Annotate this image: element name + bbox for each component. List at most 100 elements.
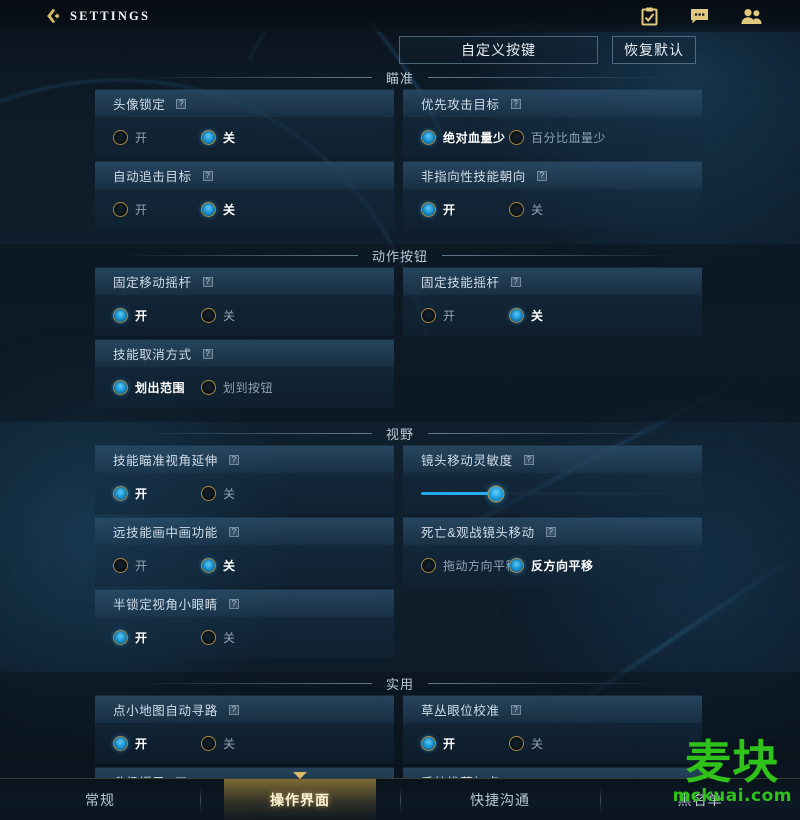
section-divider-right — [442, 255, 680, 256]
radio-option[interactable]: 开 — [421, 201, 509, 218]
radio-option[interactable]: 关 — [201, 557, 236, 574]
setting-title: 非指向性技能朝向 — [421, 170, 526, 184]
setting-options-row: 开关 — [403, 723, 702, 764]
radio-dot — [201, 380, 216, 395]
radio-option[interactable]: 绝对血量少 — [421, 129, 509, 146]
section-grid: 头像锁定? 开关自动追击目标? 开关优先攻击目标? 绝对血量少 百分比血量少 非指向性技能… — [0, 89, 800, 230]
help-icon[interactable]: ? — [202, 276, 213, 287]
radio-option[interactable]: 关 — [201, 735, 236, 752]
setting-card: 固定移动摇杆? 开关 — [95, 267, 394, 336]
radio-option[interactable]: 开 — [113, 129, 201, 146]
setting-options-row: 开关 — [95, 295, 394, 336]
settings-column: 技能瞄准视角延伸? 开关远技能画中画功能? 开关半锁定视角小眼睛? 开关 — [95, 445, 394, 658]
radio-option[interactable]: 拖动方向平移 — [421, 557, 518, 574]
radio-option[interactable]: 开 — [421, 735, 509, 752]
help-icon[interactable]: ? — [228, 704, 239, 715]
radio-option[interactable]: 关 — [201, 129, 236, 146]
radio-option[interactable]: 开 — [113, 307, 201, 324]
setting-title: 优先攻击目标 — [421, 98, 500, 112]
section-divider-right — [428, 683, 666, 684]
page-title: SETTINGS — [70, 8, 151, 23]
setting-card: 点小地图自动寻路? 开关 — [95, 695, 394, 764]
tab-2[interactable]: 快捷沟通 — [400, 779, 600, 820]
radio-dot — [509, 308, 524, 323]
restore-default-button[interactable]: 恢复默认 — [612, 36, 696, 64]
help-icon[interactable]: ? — [510, 98, 521, 109]
custom-keys-button[interactable]: 自定义按键 — [399, 36, 598, 64]
radio-option[interactable]: 关 — [509, 307, 544, 324]
radio-option[interactable]: 百分比血量少 — [509, 129, 606, 146]
help-icon[interactable]: ? — [228, 598, 239, 609]
radio-option[interactable]: 开 — [113, 485, 201, 502]
radio-option[interactable]: 反方向平移 — [509, 557, 594, 574]
section-header: 动作按钮 — [0, 244, 800, 267]
radio-option[interactable]: 开 — [113, 629, 201, 646]
radio-label: 开 — [443, 203, 456, 217]
setting-title-row: 死亡&观战镜头移动? — [403, 518, 702, 545]
action-buttons: 自定义按键 恢复默认 — [399, 36, 696, 64]
radio-dot — [509, 558, 524, 573]
settings-column: 镜头移动灵敏度? 死亡&观战镜头移动? 拖动方向平移 反方向平移 — [403, 445, 702, 658]
tab-0[interactable]: 常规 — [0, 779, 200, 820]
setting-options-row: 开关 — [403, 295, 702, 336]
radio-option[interactable]: 划到按钮 — [201, 379, 273, 396]
section-title: 视野 — [385, 427, 414, 442]
radio-option[interactable]: 开 — [421, 307, 509, 324]
radio-option[interactable]: 关 — [201, 629, 236, 646]
radio-label: 开 — [135, 631, 148, 645]
help-icon[interactable]: ? — [202, 170, 213, 181]
setting-title-row: 草丛眼位校准? — [403, 696, 702, 723]
help-icon[interactable]: ? — [523, 454, 534, 465]
tasks-icon[interactable] — [641, 7, 658, 26]
settings-column: 固定技能摇杆? 开关 — [403, 267, 702, 408]
tab-3[interactable]: 黑名单 — [600, 779, 800, 820]
help-icon[interactable]: ? — [176, 98, 187, 109]
slider-thumb[interactable] — [487, 485, 505, 502]
radio-option[interactable]: 开 — [113, 201, 201, 218]
friends-icon[interactable] — [741, 8, 762, 25]
setting-options-row: 开关 — [95, 473, 394, 514]
section-header: 视野 — [0, 422, 800, 445]
settings-column: 优先攻击目标? 绝对血量少 百分比血量少 非指向性技能朝向? 开关 — [403, 89, 702, 230]
setting-options-row: 开关 — [95, 617, 394, 658]
chat-icon[interactable] — [690, 8, 709, 25]
radio-dot — [201, 736, 216, 751]
settings-section: 瞄准 头像锁定? 开关自动追击目标? 开关优先攻击目标? 绝对血量少 百分比血量少 非指向性… — [0, 66, 800, 244]
radio-option[interactable]: 划出范围 — [113, 379, 201, 396]
setting-options-row: 开关 — [403, 189, 702, 230]
radio-dot — [201, 130, 216, 145]
help-icon[interactable]: ? — [510, 276, 521, 287]
tab-label: 常规 — [85, 791, 115, 808]
radio-label: 关 — [223, 309, 236, 323]
settings-column: 固定移动摇杆? 开关技能取消方式? 划出范围 划到按钮 — [95, 267, 394, 408]
setting-options-row: 绝对血量少 百分比血量少 — [403, 117, 702, 158]
tab-label: 操作界面 — [270, 791, 330, 808]
radio-option[interactable]: 开 — [113, 557, 201, 574]
radio-option[interactable]: 开 — [113, 735, 201, 752]
radio-label: 开 — [135, 737, 148, 751]
radio-dot — [201, 630, 216, 645]
setting-title: 固定移动摇杆 — [113, 276, 192, 290]
section-divider-right — [428, 77, 666, 78]
radio-dot — [201, 202, 216, 217]
setting-card: 优先攻击目标? 绝对血量少 百分比血量少 — [403, 89, 702, 158]
setting-title: 远技能画中画功能 — [113, 526, 218, 540]
tab-1[interactable]: 操作界面 — [200, 771, 400, 820]
help-icon[interactable]: ? — [228, 454, 239, 465]
radio-option[interactable]: 关 — [509, 201, 544, 218]
radio-option[interactable]: 关 — [201, 201, 236, 218]
help-icon[interactable]: ? — [536, 170, 547, 181]
help-icon[interactable]: ? — [545, 526, 556, 537]
help-icon[interactable]: ? — [202, 348, 213, 359]
section-title: 实用 — [385, 677, 414, 692]
radio-option[interactable]: 关 — [509, 735, 544, 752]
back-button[interactable]: SETTINGS — [44, 7, 150, 25]
setting-card: 技能取消方式? 划出范围 划到按钮 — [95, 339, 394, 408]
slider-track[interactable] — [421, 485, 680, 502]
help-icon[interactable]: ? — [228, 526, 239, 537]
setting-title-row: 自动追击目标? — [95, 162, 394, 189]
setting-options-row: 划出范围 划到按钮 — [95, 367, 394, 408]
radio-option[interactable]: 关 — [201, 485, 236, 502]
help-icon[interactable]: ? — [510, 704, 521, 715]
radio-option[interactable]: 关 — [201, 307, 236, 324]
